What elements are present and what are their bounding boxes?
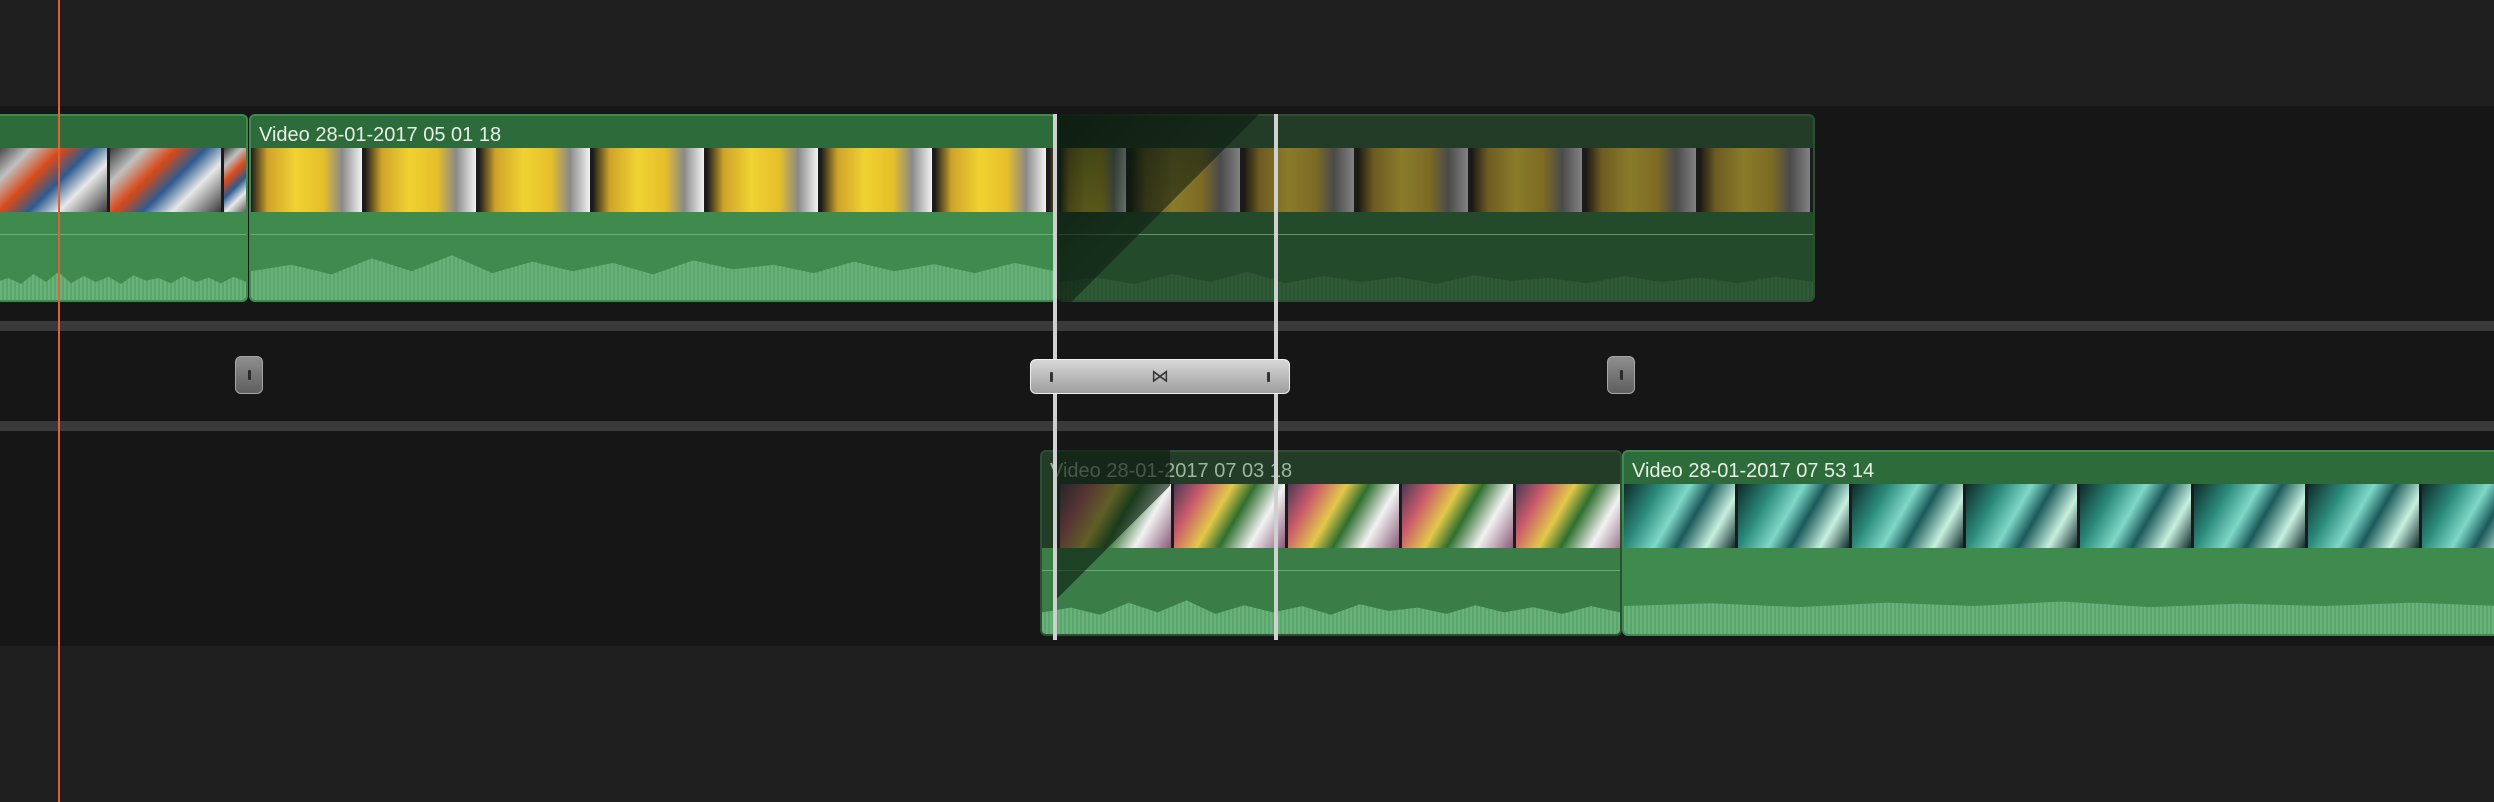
filmstrip-frame: [707, 148, 821, 212]
clip-title: Video 28-01-2017 05 01 18: [259, 124, 502, 146]
filmstrip-frame: [251, 148, 365, 212]
filmstrip-frame: [1288, 484, 1402, 548]
filmstrip-frame: [1852, 484, 1966, 548]
filmstrip-frame: [365, 148, 479, 212]
clip-market[interactable]: [0, 114, 248, 302]
filmstrip-frame: [1357, 148, 1471, 212]
filmstrip-frame: [935, 148, 1049, 212]
grip-icon: [1620, 370, 1623, 380]
filmstrip-frame: [224, 148, 246, 212]
cross-dissolve-icon: ⋈: [1151, 366, 1169, 386]
filmstrip-frame: [1402, 484, 1516, 548]
filmstrip-frame: [2308, 484, 2422, 548]
clip-filmstrip: [251, 148, 1055, 212]
clip-video-05-01-18[interactable]: Video 28-01-2017 05 01 18: [249, 114, 1057, 302]
connection-handle[interactable]: [1607, 356, 1635, 394]
filmstrip-frame: [1471, 148, 1585, 212]
track-divider: [0, 421, 2494, 431]
filmstrip-frame: [1516, 484, 1620, 548]
track-divider: [0, 321, 2494, 331]
timeline-empty-area: [0, 646, 2494, 802]
transition-handle[interactable]: ⋈: [1030, 359, 1290, 394]
playhead[interactable]: [58, 0, 60, 802]
transition-grip-left[interactable]: [1050, 372, 1053, 382]
filmstrip-frame: [1585, 148, 1699, 212]
clip-filmstrip: [1624, 484, 2494, 548]
clip-video-07-53-14[interactable]: Video 28-01-2017 07 53 14: [1622, 450, 2494, 636]
filmstrip-frame: [821, 148, 935, 212]
filmstrip-frame: [1699, 148, 1813, 212]
clip-audio-waveform: [251, 212, 1055, 300]
transition-grip-right[interactable]: [1267, 372, 1270, 382]
filmstrip-frame: [593, 148, 707, 212]
filmstrip-frame: [110, 148, 224, 212]
filmstrip-frame: [1966, 484, 2080, 548]
filmstrip-frame: [2080, 484, 2194, 548]
clip-audio-waveform: [1624, 548, 2494, 634]
filmstrip-frame: [2422, 484, 2494, 548]
filmstrip-frame: [1624, 484, 1738, 548]
transition-overlap-shade: [1055, 450, 1170, 636]
filmstrip-frame: [0, 148, 110, 212]
clip-audio-waveform: [0, 212, 246, 300]
connection-handle[interactable]: [235, 356, 263, 394]
timeline-ruler-area: [0, 0, 2494, 106]
transition-overlap-shade: [1055, 114, 1275, 302]
clip-filmstrip: [0, 148, 246, 212]
filmstrip-frame: [1174, 484, 1288, 548]
filmstrip-frame: [479, 148, 593, 212]
grip-icon: [248, 370, 251, 380]
filmstrip-frame: [1738, 484, 1852, 548]
clip-title: Video 28-01-2017 07 53 14: [1632, 460, 1875, 482]
filmstrip-frame: [2194, 484, 2308, 548]
